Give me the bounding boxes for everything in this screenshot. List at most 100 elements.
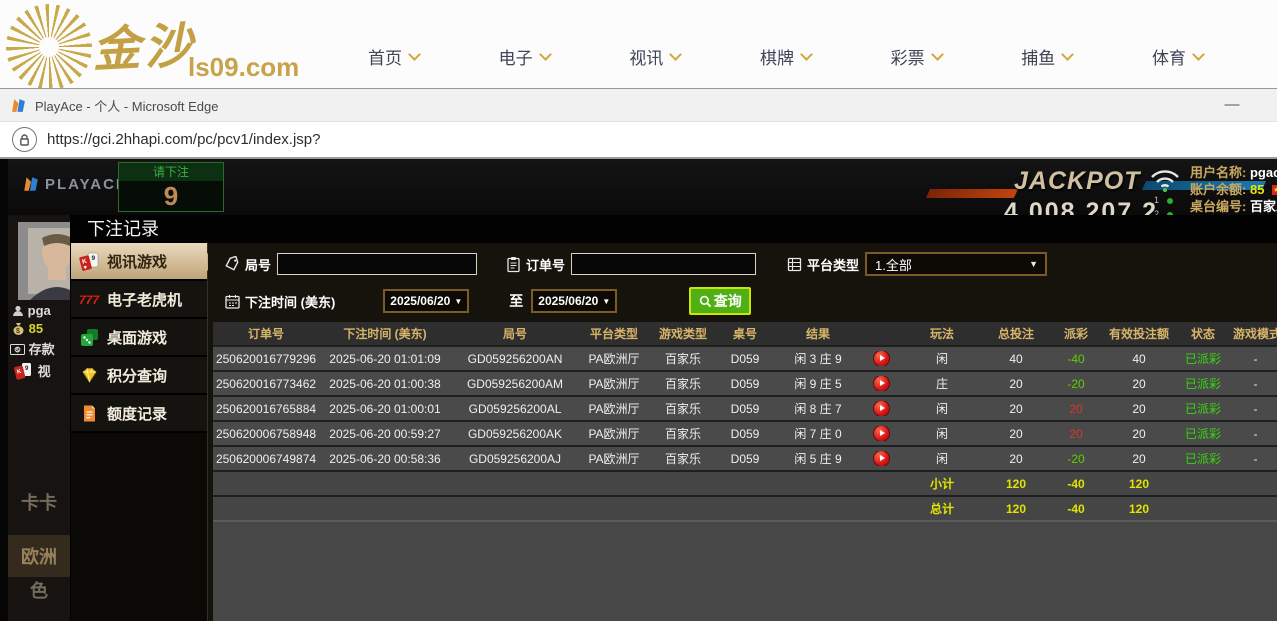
column-header: 派彩 <box>1047 325 1105 342</box>
cell-order_no: 250620006758948 <box>213 427 319 441</box>
casino-topbar: PLAYACE 请下注 9 JACKPOT 4,008,207.2 1 2 <box>8 159 1277 215</box>
bg-menu-item[interactable]: 竞 <box>8 617 70 621</box>
column-header: 总投注 <box>985 325 1047 342</box>
total-total_bet: 120 <box>985 502 1047 516</box>
platform-type-select[interactable]: 1.全部▼ <box>865 252 1047 276</box>
total-total_bet: 120 <box>985 477 1047 491</box>
jackpot: JACKPOT 4,008,207.2 <box>986 167 1176 215</box>
cell-payout: 20 <box>1047 402 1105 416</box>
svg-text:$: $ <box>16 328 20 335</box>
replay-button[interactable] <box>874 401 889 416</box>
deposit-button[interactable]: $ 存款 <box>10 339 55 358</box>
menu-item-dice[interactable]: 桌面游戏 <box>71 319 207 357</box>
cell-replay <box>863 426 899 441</box>
cell-total_bet: 40 <box>985 352 1047 366</box>
cell-order_no: 250620006749874 <box>213 452 319 466</box>
playace-favicon-icon <box>10 97 27 114</box>
cell-game_mode: - <box>1233 452 1277 466</box>
chevron-down-icon <box>669 48 682 61</box>
nav-item[interactable]: 彩票 <box>891 44 942 69</box>
edge-urlbar: https://gci.2hhapi.com/pc/pcv1/index.jsp… <box>0 122 1277 159</box>
bg-username: pga <box>12 303 51 318</box>
cell-game_type: 百家乐 <box>649 425 717 442</box>
cell-status: 已派彩 <box>1173 425 1233 442</box>
playace-logo-text: PLAYACE <box>45 176 128 193</box>
cell-bet_time: 2025-06-20 01:00:01 <box>319 402 451 416</box>
menu-item-document[interactable]: 额度记录 <box>71 395 207 433</box>
countdown-number: 9 <box>119 181 223 211</box>
svg-text:9: 9 <box>92 255 96 262</box>
cell-bet_time: 2025-06-20 00:58:36 <box>319 452 451 466</box>
replay-button[interactable] <box>874 451 889 466</box>
date-from-select[interactable]: 2025/06/20▼ <box>383 289 469 313</box>
clipboard-icon <box>505 256 522 273</box>
order-no-input[interactable] <box>571 253 756 275</box>
column-header: 平台类型 <box>579 325 649 342</box>
cell-replay <box>863 451 899 466</box>
nav-item[interactable]: 捕鱼 <box>1021 44 1072 69</box>
date-to-select[interactable]: 2025/06/20▼ <box>531 289 617 313</box>
balance-value: 85 <box>1250 182 1264 197</box>
bg-menu-item[interactable]: 欧洲 <box>8 535 70 577</box>
nav-item-label: 捕鱼 <box>1021 44 1055 69</box>
username-label: 用户名称: <box>1190 165 1246 180</box>
round-no-input[interactable] <box>277 253 477 275</box>
dropdown-arrow-icon: ▼ <box>1029 259 1038 269</box>
round-no-label: 局号 <box>245 255 271 274</box>
filter-row-1: 局号 订单号 平台类型 1.全部▼ <box>224 252 1047 276</box>
replay-button[interactable] <box>874 376 889 391</box>
cell-game_mode: - <box>1233 402 1277 416</box>
nav-item[interactable]: 首页 <box>368 44 419 69</box>
column-header: 有效投注额 <box>1105 325 1173 342</box>
cell-bet_time: 2025-06-20 01:00:38 <box>319 377 451 391</box>
cards-icon: 9K♥ <box>79 251 100 272</box>
menu-item-slots-777[interactable]: 777电子老虎机 <box>71 281 207 319</box>
chevron-down-icon <box>408 48 421 61</box>
menu-item-cards[interactable]: 9K♥ 视讯游戏 <box>71 243 207 281</box>
cell-payout: -20 <box>1047 377 1105 391</box>
menu-item-label: 积分查询 <box>107 365 167 386</box>
screen: 金沙 ls09.com 首页电子视讯棋牌彩票捕鱼体育 PlayAce - 个人 … <box>0 0 1277 621</box>
nav-item-label: 体育 <box>1152 44 1186 69</box>
total-payout: -40 <box>1047 477 1105 491</box>
cell-game_type: 百家乐 <box>649 400 717 417</box>
platform-type-label: 平台类型 <box>807 255 859 274</box>
address-input[interactable]: https://gci.2hhapi.com/pc/pcv1/index.jsp… <box>47 131 321 148</box>
order-no-label: 订单号 <box>526 255 565 274</box>
bet-prompt: 请下注 <box>119 163 223 181</box>
balance-label: 账户余额: <box>1190 182 1246 197</box>
menu-item-label: 视讯游戏 <box>107 251 167 272</box>
cell-payout: -20 <box>1047 452 1105 466</box>
bg-menu-item[interactable]: 色 <box>8 577 70 603</box>
replay-button[interactable] <box>874 351 889 366</box>
background-left-panel: pga $ 85 $ 存款 9K 视 卡卡欧洲色竞多777 电子 <box>8 215 70 621</box>
bg-video-tab[interactable]: 9K 视 <box>14 361 51 380</box>
table-row: 2506200167658842025-06-20 01:00:01GD0592… <box>213 395 1277 420</box>
cell-result: 闲 3 庄 9 <box>773 350 863 367</box>
search-button[interactable]: 查询 <box>689 287 751 315</box>
table-row: 2506200167792962025-06-20 01:01:09GD0592… <box>213 345 1277 370</box>
replay-button[interactable] <box>874 426 889 441</box>
cell-order_no: 250620016779296 <box>213 352 319 366</box>
total-valid_bet: 120 <box>1105 477 1173 491</box>
menu-item-diamond[interactable]: 积分查询 <box>71 357 207 395</box>
menu-item-label: 电子老虎机 <box>107 289 182 310</box>
cell-round_no: GD059256200AN <box>451 352 579 366</box>
site-nav: 首页 电子 视讯 棋牌 彩票 捕鱼 体育 <box>368 44 1203 69</box>
nav-item[interactable]: 体育 <box>1152 44 1203 69</box>
cell-valid_bet: 20 <box>1105 377 1173 391</box>
minimize-button[interactable]: — <box>1221 95 1243 117</box>
lock-icon[interactable] <box>12 127 37 152</box>
cell-round_no: GD059256200AJ <box>451 452 579 466</box>
diamond-icon <box>79 365 100 386</box>
platform-list-icon <box>786 256 803 273</box>
site-header: 金沙 ls09.com 首页电子视讯棋牌彩票捕鱼体育 <box>0 0 1277 88</box>
cell-status: 已派彩 <box>1173 400 1233 417</box>
nav-item[interactable]: 电子 <box>499 44 550 69</box>
bg-menu-item[interactable]: 卡卡 <box>8 489 70 515</box>
column-header: 玩法 <box>899 325 985 342</box>
nav-item[interactable]: 棋牌 <box>760 44 811 69</box>
nav-item[interactable]: 视讯 <box>629 44 680 69</box>
to-label: 至 <box>509 291 523 311</box>
cell-result: 闲 7 庄 0 <box>773 425 863 442</box>
